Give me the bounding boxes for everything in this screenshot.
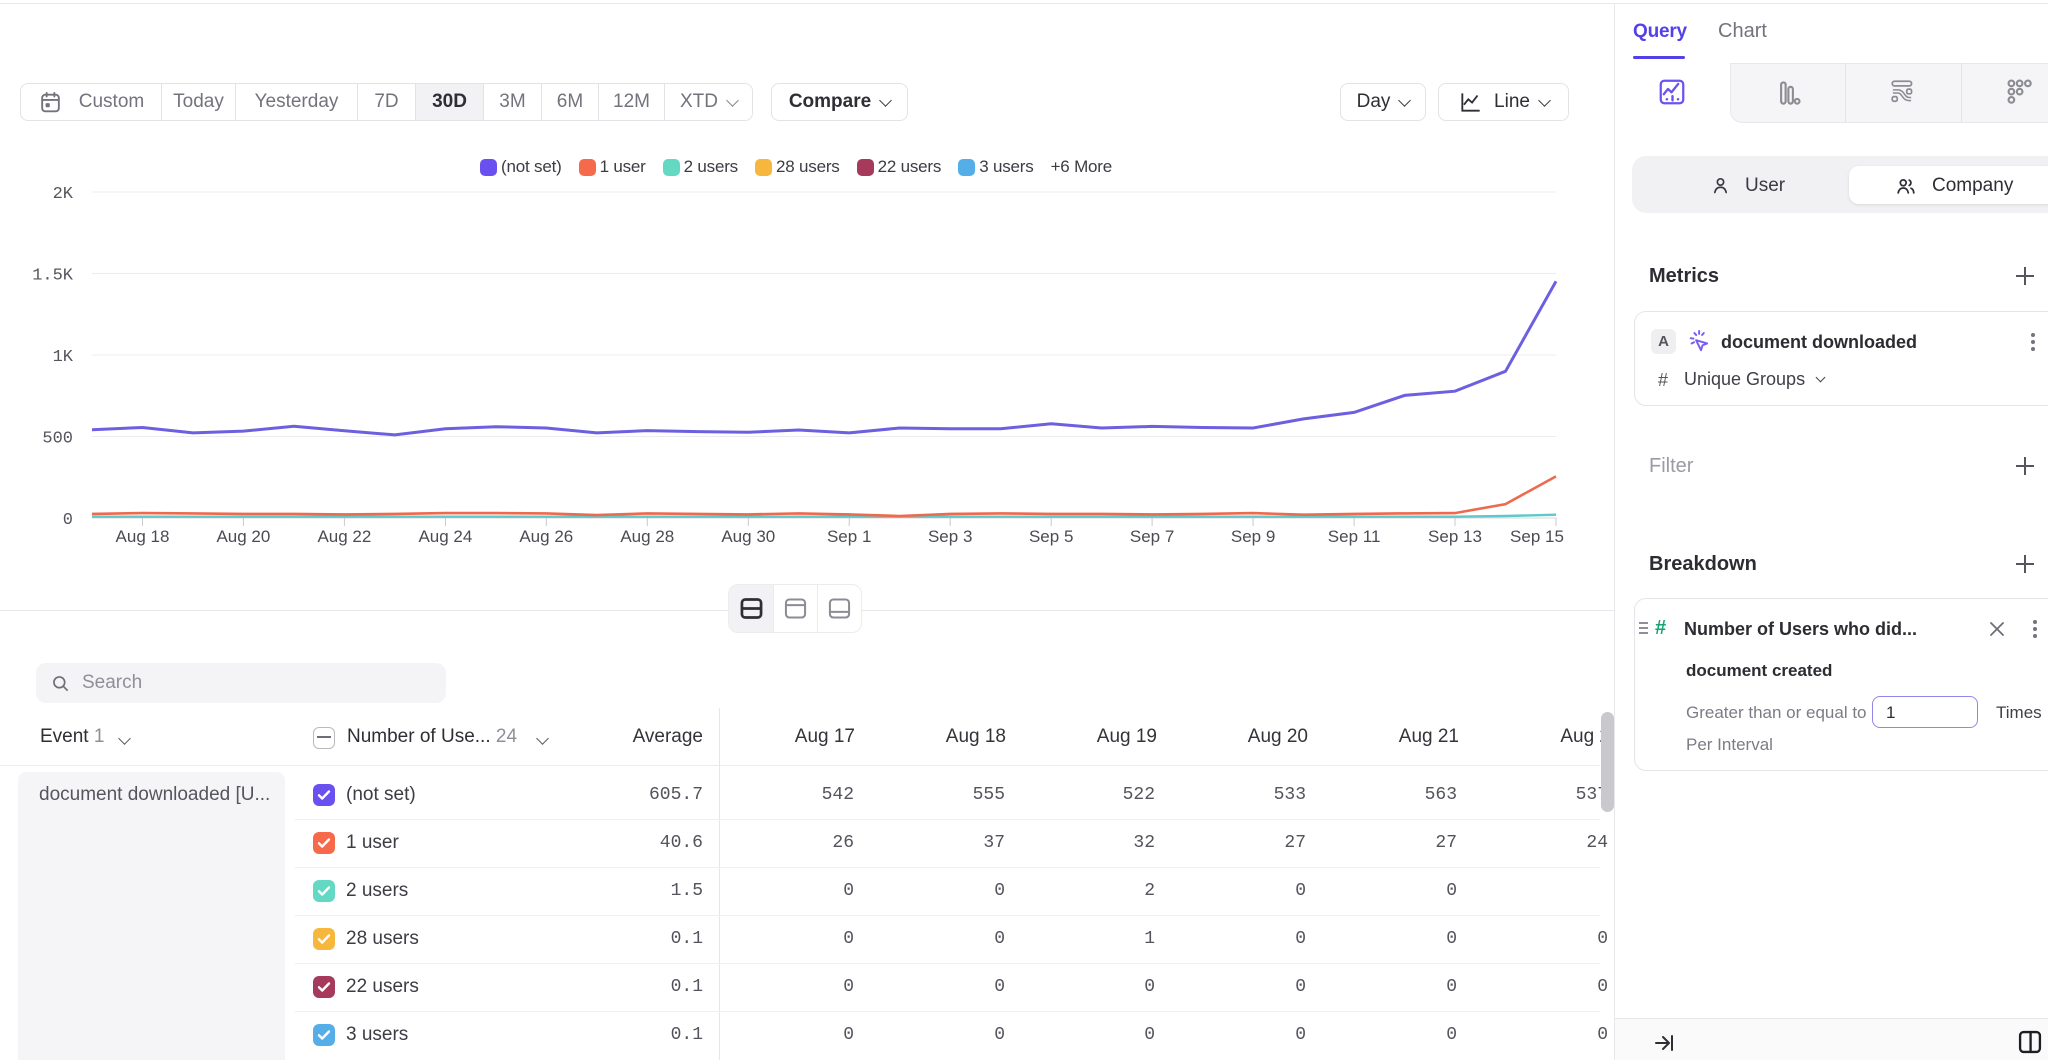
svg-text:Sep 11: Sep 11 bbox=[1328, 527, 1381, 546]
svg-text:Sep 3: Sep 3 bbox=[928, 527, 972, 546]
svg-text:Sep 1: Sep 1 bbox=[827, 527, 871, 546]
svg-text:Aug 24: Aug 24 bbox=[418, 527, 472, 546]
svg-text:Sep 13: Sep 13 bbox=[1428, 527, 1482, 546]
svg-text:Aug 18: Aug 18 bbox=[116, 527, 170, 546]
svg-text:Aug 20: Aug 20 bbox=[216, 527, 270, 546]
svg-text:Aug 28: Aug 28 bbox=[620, 527, 674, 546]
svg-text:Sep 9: Sep 9 bbox=[1231, 527, 1275, 546]
svg-text:1.5K: 1.5K bbox=[32, 267, 74, 286]
svg-text:Sep 5: Sep 5 bbox=[1029, 527, 1073, 546]
svg-text:2K: 2K bbox=[53, 185, 74, 204]
svg-text:Aug 26: Aug 26 bbox=[519, 527, 573, 546]
svg-text:0: 0 bbox=[63, 511, 73, 530]
svg-text:Sep 7: Sep 7 bbox=[1130, 527, 1174, 546]
svg-text:Sep 15: Sep 15 bbox=[1510, 527, 1564, 546]
svg-text:500: 500 bbox=[42, 430, 73, 449]
svg-text:Aug 30: Aug 30 bbox=[721, 527, 775, 546]
svg-text:1K: 1K bbox=[53, 348, 74, 367]
svg-text:Aug 22: Aug 22 bbox=[317, 527, 371, 546]
